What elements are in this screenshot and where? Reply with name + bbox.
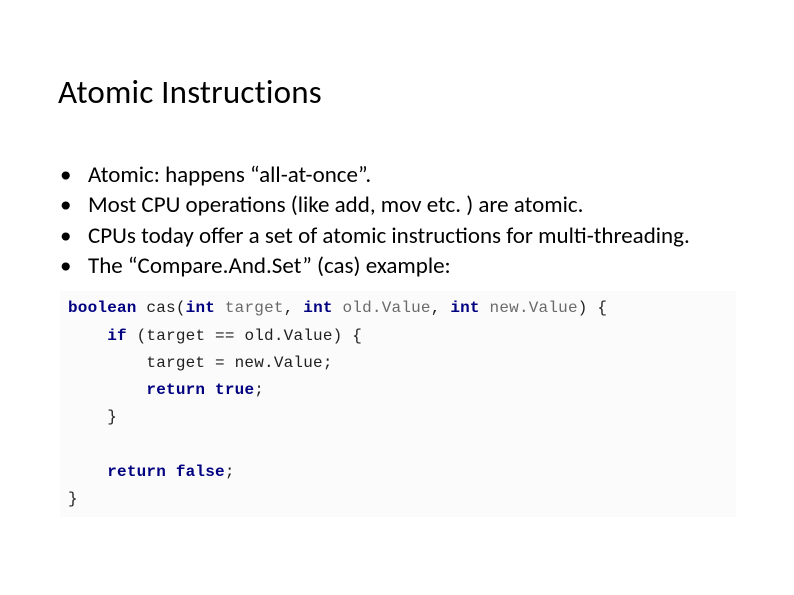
bullet-text: CPUs today offer a set of atomic instruc… xyxy=(88,222,690,250)
code-punct: ( xyxy=(176,299,186,317)
bullet-dot-icon: • xyxy=(74,190,88,220)
code-keyword: return xyxy=(146,381,205,399)
bullet-item: •Most CPU operations (like add, mov etc.… xyxy=(74,190,736,220)
code-block: boolean cas(int target, int old.Value, i… xyxy=(60,291,736,517)
code-punct: ) { xyxy=(578,299,607,317)
code-type: int xyxy=(450,299,479,317)
bullet-dot-icon: • xyxy=(74,160,88,190)
bullet-text: The “Compare.And.Set” (cas) example: xyxy=(88,252,451,280)
code-literal: false xyxy=(166,463,225,481)
code-punct: ; xyxy=(225,463,235,481)
code-type: int xyxy=(303,299,332,317)
code-line: } xyxy=(68,408,117,426)
code-param: new.Value xyxy=(480,299,578,317)
code-punct: ; xyxy=(254,381,264,399)
bullet-dot-icon: • xyxy=(74,221,88,251)
slide: Atomic Instructions •Atomic: happens “al… xyxy=(0,0,794,595)
code-text: (target == old.Value) { xyxy=(127,327,362,345)
bullet-dot-icon: • xyxy=(74,251,88,281)
code-punct: , xyxy=(431,299,451,317)
code-line: target = new.Value; xyxy=(68,354,333,372)
bullet-text: Most CPU operations (like add, mov etc. … xyxy=(88,191,583,219)
code-line: } xyxy=(68,490,78,508)
code-indent xyxy=(68,327,107,345)
bullet-item: •CPUs today offer a set of atomic instru… xyxy=(74,221,736,251)
code-keyword: return xyxy=(107,463,166,481)
code-type: int xyxy=(186,299,215,317)
code-indent xyxy=(68,463,107,481)
bullet-item: •The “Compare.And.Set” (cas) example: xyxy=(74,251,736,281)
code-indent xyxy=(68,381,146,399)
slide-title: Atomic Instructions xyxy=(58,72,736,112)
bullet-item: •Atomic: happens “all-at-once”. xyxy=(74,160,736,190)
code-param: target xyxy=(215,299,284,317)
code-punct: , xyxy=(284,299,304,317)
code-keyword: if xyxy=(107,327,127,345)
bullet-text: Atomic: happens “all-at-once”. xyxy=(88,161,371,189)
code-fn-name: cas xyxy=(137,299,176,317)
code-param: old.Value xyxy=(333,299,431,317)
code-literal: true xyxy=(205,381,254,399)
code-keyword: boolean xyxy=(68,299,137,317)
bullet-list: •Atomic: happens “all-at-once”. •Most CP… xyxy=(58,160,736,281)
